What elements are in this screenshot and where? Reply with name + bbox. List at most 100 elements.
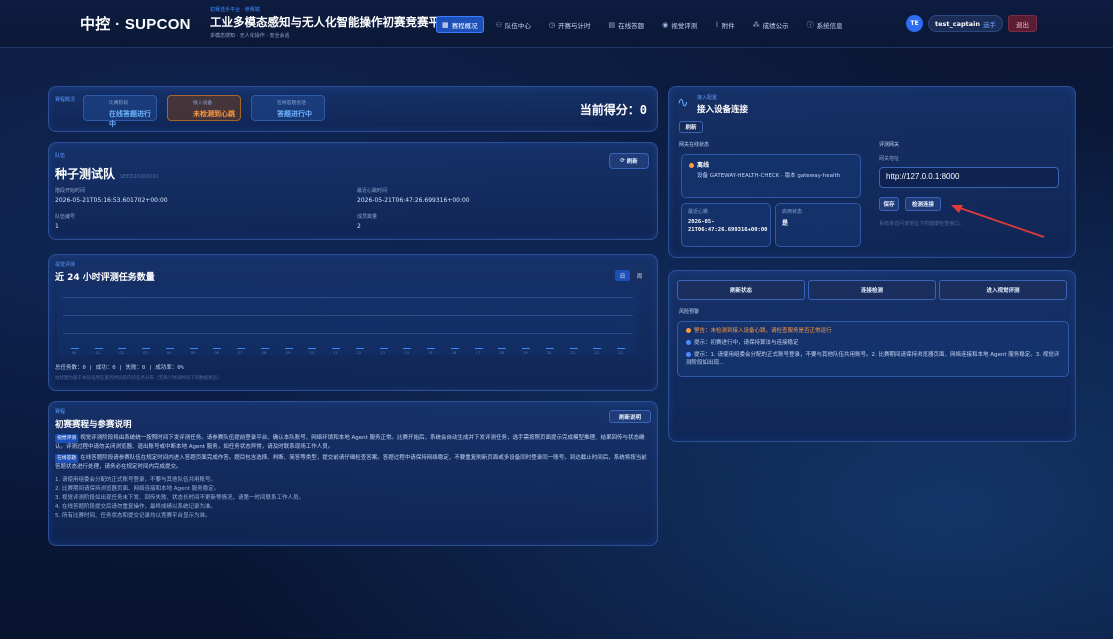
gateway-status-label: 网关在线状态	[679, 142, 710, 148]
nav-item-4[interactable]: ◉ 视觉评测	[656, 16, 703, 33]
status-box-label: 在线答题会话	[277, 101, 306, 106]
device-text: 设备 GATEWAY-HEALTH-CHECK · 版本 gateway-hea…	[697, 173, 841, 179]
chart-bar	[450, 347, 459, 349]
x-tick-label: 04	[166, 351, 172, 355]
x-tick-label: 18	[499, 351, 504, 355]
action-button-0[interactable]: 刷新状态	[677, 280, 805, 300]
avatar[interactable]: TE	[906, 15, 923, 32]
device-panel: ∿ 接入配置 接入设备连接 刷新 网关在线状态 离线 设备 GATEWAY-HE…	[668, 86, 1076, 258]
nav-label: 附件	[721, 21, 735, 30]
status-box-value: 未检测到心跳	[193, 110, 235, 118]
chart-bar	[94, 347, 103, 349]
chart-bar	[474, 347, 483, 349]
field-value: 2026-05-21T06:47:26.699316+00:00	[357, 197, 470, 204]
nav-item-0[interactable]: ▦ 赛程概况	[436, 16, 484, 33]
status-dot-icon	[689, 163, 694, 168]
alert-row: 警告：未检测到接入设备心跳，请检查服务是否正常运行	[686, 327, 1060, 335]
grid-line	[63, 315, 633, 316]
status-box-label: 接入设备	[193, 101, 213, 106]
alert-row: 提示：1. 请使用组委会分配的正式账号登录，不要与其他队伍共用账号。2. 比赛期…	[686, 351, 1060, 367]
grid-line	[63, 297, 633, 298]
action-button-1[interactable]: 连接检测	[808, 280, 936, 300]
field-value: 1	[55, 223, 59, 230]
field-last-heartbeat: 最近心跳时间 2026-05-21T06:47:26.699316+00:00	[357, 188, 470, 204]
x-tick-label: 13	[380, 351, 386, 355]
team-code: SEED20260001	[120, 174, 159, 180]
chart-bar	[427, 347, 436, 349]
field-value: 2	[357, 223, 361, 230]
nav-item-7[interactable]: ⓘ 系统信息	[801, 16, 849, 33]
rule-paragraph-quiz: 在线答题 在线答题阶段请参赛队伍在规定时间内进入答题页面完成作答。题目包含选择、判…	[55, 454, 647, 470]
document-icon: ▤	[608, 20, 616, 29]
actions-panel: 刷新状态 连接检测 进入视觉评测 风险预警 警告：未检测到接入设备心跳，请检查服务是…	[668, 270, 1076, 442]
nav-item-6[interactable]: ⁂ 成绩公示	[747, 16, 795, 33]
nav-item-5[interactable]: ⌇ 附件	[709, 16, 740, 33]
x-tick-label: 20	[546, 351, 552, 355]
chart-bar	[593, 347, 602, 349]
team-name: 种子测试队	[55, 167, 116, 181]
rule-item: 5. 所有比赛时间、任务状态和提交记录均以竞赛平台显示为准。	[55, 513, 211, 519]
chart-bar	[118, 347, 127, 349]
main-nav: ▦ 赛程概况 ⚇ 队伍中心 ◷ 开赛与计时 ▤ 在线答题 ◉ 视觉评测 ⌇ 附件 ⁂ 成绩公示 ⓘ 系统信息	[436, 16, 849, 33]
status-box-value: 在线答题进行中	[109, 110, 151, 128]
save-button[interactable]: 保存	[879, 197, 899, 211]
gateway-address-input[interactable]: http://127.0.0.1:8000	[879, 167, 1059, 188]
chart-panel: 视觉评测 近 24 小时评测任务数量 日 周 00 01 02 03 04 05 06 07 0…	[48, 254, 658, 391]
rule-item: 1. 请使用组委会分配的正式账号登录，不要与其他队伍共用账号。	[55, 477, 216, 483]
nav-label: 成绩公示	[762, 21, 789, 30]
status-box-label: 比赛阶段	[109, 101, 129, 106]
clock-icon: ◷	[548, 20, 556, 29]
paperclip-icon: ⌇	[715, 20, 719, 29]
team-refresh-button[interactable]: ⟳ 刷新	[609, 153, 649, 169]
gateway-online: 离线	[697, 162, 710, 169]
heartbeat-card: 最近心跳 2026-05-21T06:47:26.699316+00:00	[681, 203, 771, 247]
chart-bar	[189, 347, 198, 349]
chart-bar	[379, 347, 388, 349]
nav-item-2[interactable]: ◷ 开赛与计时	[543, 16, 597, 33]
logout-button[interactable]: 退出	[1007, 15, 1037, 32]
alert-text: 警告：未检测到接入设备心跳，请检查服务是否正常运行	[694, 328, 832, 334]
device-refresh-button[interactable]: 刷新	[679, 121, 703, 133]
title-block: 初赛选手平台 · 参赛端 工业多模态感知与无人化智能操作初赛竞赛平台 多模态感知…	[210, 6, 452, 39]
chart-bar	[284, 347, 293, 349]
x-tick-label: 05	[190, 351, 196, 355]
eval-gateway-label: 评测网关	[879, 142, 900, 148]
x-tick-label: 09	[285, 351, 291, 355]
current-score: 当前得分：0	[579, 103, 647, 117]
grid-icon: ▦	[442, 20, 449, 29]
status-box-1: 接入设备未检测到心跳	[167, 95, 241, 121]
rules-refresh-button[interactable]: 刷新说明	[609, 410, 651, 423]
x-tick-label: 19	[523, 351, 528, 355]
nav-item-3[interactable]: ▤ 在线答题	[603, 16, 651, 33]
x-tick-label: 07	[238, 351, 243, 355]
x-tick-label: 17	[475, 351, 481, 355]
alert-dot-icon	[686, 328, 691, 333]
chart-bar	[569, 347, 578, 349]
chart-bar	[237, 347, 246, 349]
grid-line	[63, 333, 633, 334]
x-tick-label: 16	[451, 351, 457, 355]
check-connection-button[interactable]: 检测连接	[905, 197, 941, 211]
rule-item: 3. 视觉评测阶段如出现任务未下发、回传失败、状态长时间不更新等情况，请第一时间…	[55, 495, 304, 501]
toggle-day[interactable]: 日	[615, 270, 630, 281]
action-button-2[interactable]: 进入视觉评测	[939, 280, 1067, 300]
heartbeat-value: 2026-05-21T06:47:26.699316+00:00	[688, 219, 768, 233]
nav-item-1[interactable]: ⚇ 队伍中心	[490, 16, 537, 33]
ranking-icon: ⁂	[752, 20, 760, 29]
rules-kicker: 赛程	[55, 409, 66, 415]
tag-quiz: 在线答题	[55, 454, 79, 463]
enabled-value: 是	[782, 220, 789, 227]
chart-bar	[403, 347, 412, 349]
user-pill[interactable]: test_captain 选手	[928, 15, 1003, 32]
device-title: 接入设备连接	[697, 105, 749, 115]
status-box-2: 在线答题会话 答题进行中	[251, 95, 325, 121]
page-title: 工业多模态感知与无人化智能操作初赛竞赛平台	[210, 15, 452, 29]
x-tick-label: 10	[309, 351, 314, 355]
chart-bar	[355, 347, 364, 349]
toggle-week[interactable]: 周	[632, 270, 647, 281]
alert-text: 提示：1. 请使用组委会分配的正式账号登录，不要与其他队伍共用账号。2. 比赛期…	[686, 352, 1060, 366]
chart-plot-area: 00 01 02 03 04 05 06 07 08 09 10 11 12 13 14 15 16 17 18 19…	[57, 285, 637, 355]
info-icon: ⓘ	[806, 20, 814, 29]
device-kicker: 接入配置	[697, 95, 718, 101]
rule-item: 4. 在线答题阶段提交后请勿重复操作，最终成绩以系统记录为准。	[55, 504, 216, 510]
